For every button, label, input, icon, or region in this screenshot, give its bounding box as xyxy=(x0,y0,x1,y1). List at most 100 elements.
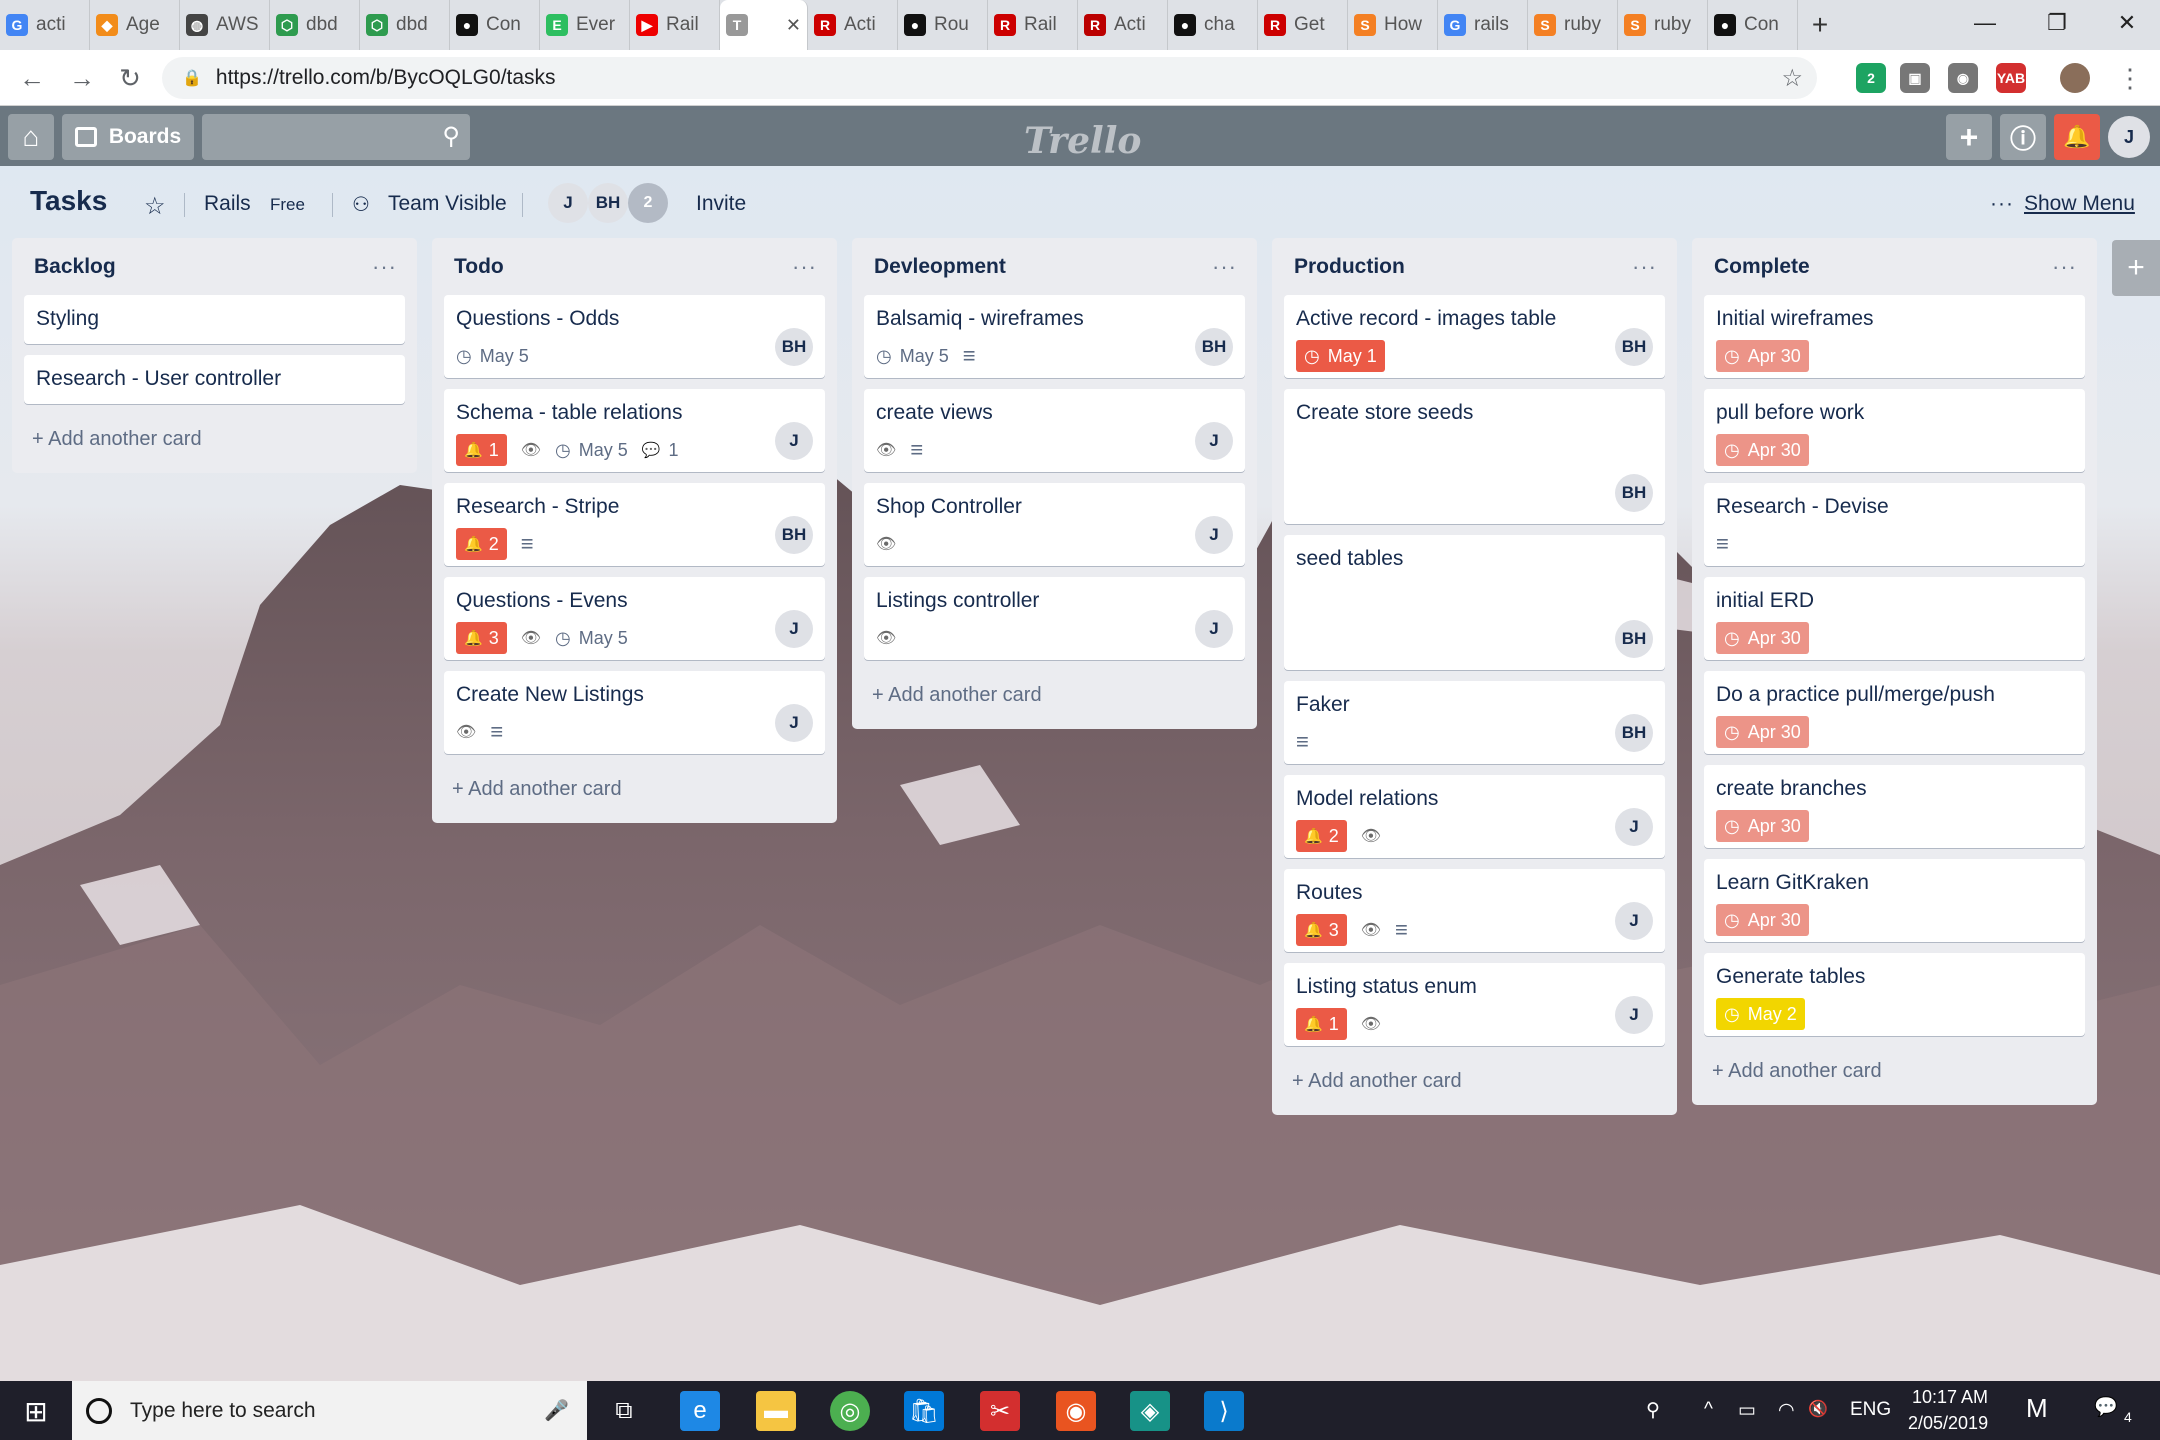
browser-tab[interactable]: ⬡ dbd xyxy=(360,0,450,50)
browser-tab[interactable]: R Rail xyxy=(988,0,1078,50)
list-menu-icon[interactable]: ··· xyxy=(1212,254,1245,280)
info-button[interactable]: ⓘ xyxy=(2000,114,2046,160)
tray-expand-icon[interactable]: ^ xyxy=(1704,1399,1713,1421)
task-view-icon[interactable]: ⧉ xyxy=(604,1391,644,1431)
taskbar-search-input[interactable]: Type here to search 🎤 xyxy=(72,1381,587,1440)
tab-close-icon[interactable]: ✕ xyxy=(786,15,801,36)
restore-window-button[interactable]: ❐ xyxy=(2024,0,2090,46)
extension-icon[interactable]: YAB xyxy=(1996,63,2026,93)
language-indicator[interactable]: ENG xyxy=(1850,1399,1891,1421)
close-window-button[interactable]: ✕ xyxy=(2094,0,2160,46)
card[interactable]: Do a practice pull/merge/push ◷ Apr 30 xyxy=(1704,671,2085,754)
taskbar-app-icon[interactable]: ◎ xyxy=(830,1391,870,1431)
list-name[interactable]: Devleopment xyxy=(874,255,1006,279)
show-menu-button[interactable]: Show Menu xyxy=(2024,192,2135,216)
member-count-badge[interactable]: 2 xyxy=(628,183,668,223)
extension-icon[interactable]: 2 xyxy=(1856,63,1886,93)
search-input[interactable]: ⚲ xyxy=(202,114,470,160)
boards-button[interactable]: Boards xyxy=(62,114,194,160)
list-name[interactable]: Complete xyxy=(1714,255,1810,279)
card[interactable]: Active record - images table ◷ May 1 BH xyxy=(1284,295,1665,378)
list-name[interactable]: Backlog xyxy=(34,255,116,279)
list-menu-icon[interactable]: ··· xyxy=(372,254,405,280)
browser-tab[interactable]: R Get xyxy=(1258,0,1348,50)
member-avatar[interactable]: J xyxy=(1615,902,1653,940)
ime-icon[interactable]: M xyxy=(2026,1393,2048,1424)
browser-tab[interactable]: E Ever xyxy=(540,0,630,50)
member-avatar[interactable]: BH xyxy=(775,328,813,366)
star-board-icon[interactable]: ☆ xyxy=(144,192,166,221)
user-avatar[interactable]: J xyxy=(2108,116,2150,158)
browser-tab[interactable]: T ✕ xyxy=(720,0,808,50)
add-card-button[interactable]: + Add another card xyxy=(1284,1057,1665,1105)
list-menu-icon[interactable]: ··· xyxy=(2052,254,2085,280)
home-button[interactable]: ⌂ xyxy=(8,114,54,160)
member-avatar[interactable]: J xyxy=(775,422,813,460)
browser-tab[interactable]: ▶ Rail xyxy=(630,0,720,50)
volume-icon[interactable]: 🔇 xyxy=(1808,1399,1828,1419)
forward-button[interactable]: → xyxy=(64,60,100,96)
taskbar-app-icon[interactable]: e xyxy=(680,1391,720,1431)
visibility-button[interactable]: Team Visible xyxy=(388,192,507,216)
extension-icon[interactable]: ◉ xyxy=(1948,63,1978,93)
card[interactable]: Routes 🔔 3 👁 ≡ J xyxy=(1284,869,1665,952)
member-avatar[interactable]: BH xyxy=(1615,714,1653,752)
browser-tab[interactable]: R Acti xyxy=(1078,0,1168,50)
card[interactable]: Shop Controller 👁 J xyxy=(864,483,1245,566)
add-card-button[interactable]: + Add another card xyxy=(444,765,825,813)
member-avatar[interactable]: J xyxy=(1615,808,1653,846)
back-button[interactable]: ← xyxy=(14,60,50,96)
browser-tab[interactable]: R Acti xyxy=(808,0,898,50)
card[interactable]: seed tables BH xyxy=(1284,535,1665,670)
browser-tab[interactable]: ● Con xyxy=(1708,0,1798,50)
browser-tab[interactable]: Gacti xyxy=(0,0,90,50)
invite-button[interactable]: Invite xyxy=(696,192,746,216)
browser-tab[interactable]: ◆ Age xyxy=(90,0,180,50)
browser-tab[interactable]: S How xyxy=(1348,0,1438,50)
card[interactable]: Initial wireframes ◷ Apr 30 xyxy=(1704,295,2085,378)
browser-tab[interactable]: Sruby xyxy=(1618,0,1708,50)
address-bar[interactable]: 🔒 https://trello.com/b/BycOQLG0/tasks ☆ xyxy=(162,57,1817,99)
browser-tab[interactable]: ● cha xyxy=(1168,0,1258,50)
card[interactable]: Model relations 🔔 2 👁 J xyxy=(1284,775,1665,858)
minimize-window-button[interactable]: — xyxy=(1952,0,2018,46)
card[interactable]: pull before work ◷ Apr 30 xyxy=(1704,389,2085,472)
card[interactable]: Faker ≡ BH xyxy=(1284,681,1665,764)
add-card-button[interactable]: + Add another card xyxy=(864,671,1245,719)
member-avatar[interactable]: J xyxy=(1615,996,1653,1034)
taskbar-app-icon[interactable]: ◉ xyxy=(1056,1391,1096,1431)
card[interactable]: initial ERD ◷ Apr 30 xyxy=(1704,577,2085,660)
taskbar-app-icon[interactable]: ✂ xyxy=(980,1391,1020,1431)
card[interactable]: Research - Stripe 🔔 2 ≡ BH xyxy=(444,483,825,566)
taskbar-app-icon[interactable]: 🛍 xyxy=(904,1391,944,1431)
member-avatar[interactable]: BH xyxy=(775,516,813,554)
member-avatar[interactable]: J xyxy=(1195,610,1233,648)
card[interactable]: Create store seeds BH xyxy=(1284,389,1665,524)
list-menu-icon[interactable]: ··· xyxy=(792,254,825,280)
add-card-button[interactable]: + Add another card xyxy=(24,415,405,463)
taskbar-app-icon[interactable]: ⟩ xyxy=(1204,1391,1244,1431)
create-button[interactable]: + xyxy=(1946,114,1992,160)
member-avatar[interactable]: J xyxy=(548,183,588,223)
card[interactable]: Questions - Odds ◷ May 5 BH xyxy=(444,295,825,378)
card[interactable]: create views 👁 ≡ J xyxy=(864,389,1245,472)
extension-icon[interactable] xyxy=(2060,63,2090,93)
member-avatar[interactable]: BH xyxy=(1615,328,1653,366)
card[interactable]: Listings controller 👁 J xyxy=(864,577,1245,660)
wifi-icon[interactable]: ◠ xyxy=(1778,1399,1795,1422)
member-avatar[interactable]: BH xyxy=(1615,474,1653,512)
browser-tab[interactable]: ● Con xyxy=(450,0,540,50)
reload-button[interactable]: ↻ xyxy=(112,60,148,96)
member-avatar[interactable]: BH xyxy=(1615,620,1653,658)
taskbar-app-icon[interactable]: ▬ xyxy=(756,1391,796,1431)
microphone-icon[interactable]: 🎤 xyxy=(544,1398,569,1423)
clock-date[interactable]: 2/05/2019 xyxy=(1908,1413,1988,1434)
list-menu-icon[interactable]: ··· xyxy=(1632,254,1665,280)
browser-tab[interactable]: ● Rou xyxy=(898,0,988,50)
member-avatar[interactable]: J xyxy=(775,704,813,742)
member-avatar[interactable]: BH xyxy=(1195,328,1233,366)
card[interactable]: Listing status enum 🔔 1 👁 J xyxy=(1284,963,1665,1046)
card[interactable]: Balsamiq - wireframes ◷ May 5 ≡ BH xyxy=(864,295,1245,378)
card[interactable]: Generate tables ◷ May 2 xyxy=(1704,953,2085,1036)
card[interactable]: Research - User controller xyxy=(24,355,405,404)
